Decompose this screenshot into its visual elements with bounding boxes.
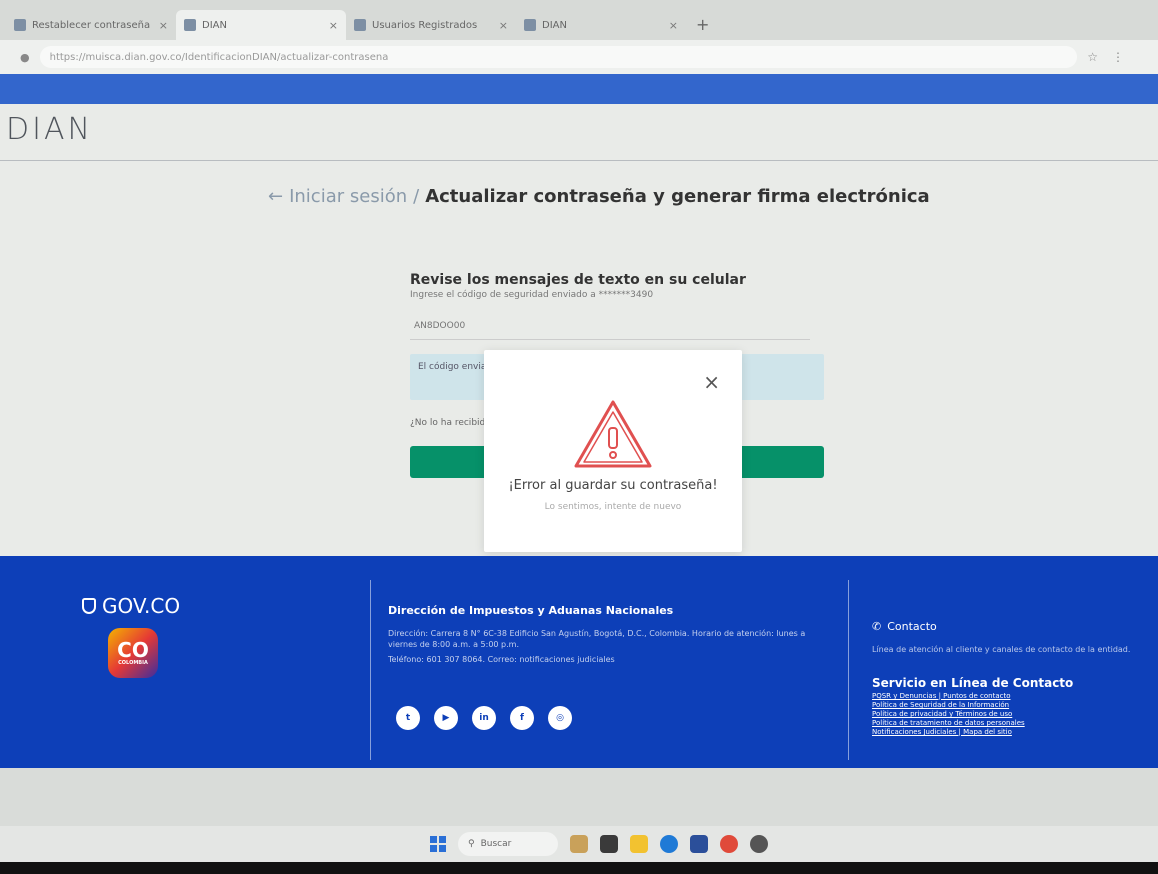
- footer-links: PQSR y Denuncias | Puntos de contacto Po…: [872, 692, 1072, 737]
- form-hint: Ingrese el código de seguridad enviado a…: [410, 290, 654, 300]
- contact-heading: ✆ Contacto: [872, 620, 937, 633]
- footer-entity-title: Dirección de Impuestos y Aduanas Naciona…: [388, 604, 674, 617]
- file-explorer-icon[interactable]: [630, 835, 648, 853]
- footer-entity-text-2: Teléfono: 601 307 8064. Correo: notifica…: [388, 655, 615, 664]
- phone-icon: ✆: [872, 620, 882, 633]
- settings-gear-icon[interactable]: [750, 835, 768, 853]
- linkedin-icon[interactable]: in: [472, 706, 496, 730]
- browser-tools-icon[interactable]: ☆⋮: [1087, 50, 1138, 64]
- secondary-button[interactable]: [410, 446, 490, 478]
- co-badge-subtext: COLOMBIA: [118, 660, 148, 666]
- taskbar-search[interactable]: ⚲ Buscar: [458, 832, 558, 856]
- footer-divider: [370, 580, 371, 760]
- windows-taskbar: ⚲ Buscar: [0, 826, 1158, 862]
- gov-co-text: GOV.CO: [102, 594, 181, 618]
- page-bottom: [0, 768, 1158, 832]
- browser-tab[interactable]: Restablecer contraseña - DIAN ×: [6, 10, 176, 40]
- header-divider: [0, 160, 1158, 161]
- page-title: Actualizar contraseña y generar firma el…: [425, 186, 930, 207]
- footer-link[interactable]: Política de tratamiento de datos persona…: [872, 719, 1072, 728]
- store-icon[interactable]: [690, 835, 708, 853]
- monitor-bezel: [0, 862, 1158, 874]
- tab-favicon-icon: [184, 19, 196, 31]
- gov-shield-icon: [82, 598, 96, 614]
- gov-top-bar: [0, 74, 1158, 104]
- dian-logo[interactable]: DIAN: [6, 112, 93, 147]
- youtube-icon[interactable]: ▶: [434, 706, 458, 730]
- modal-subtitle: Lo sentimos, intente de nuevo: [544, 502, 682, 512]
- footer-entity-text: Dirección: Carrera 8 N° 6C-38 Edificio S…: [388, 629, 806, 649]
- tab-close-icon[interactable]: ×: [669, 19, 678, 32]
- taskbar-search-label: Buscar: [480, 839, 512, 849]
- footer-divider: [848, 580, 849, 760]
- warning-triangle-icon: [574, 400, 652, 468]
- instagram-icon[interactable]: ◎: [548, 706, 572, 730]
- breadcrumb: ← Iniciar sesión / Actualizar contraseña…: [268, 186, 930, 207]
- close-icon[interactable]: ×: [703, 372, 720, 392]
- browser-tab[interactable]: Usuarios Registrados ×: [346, 10, 516, 40]
- tab-favicon-icon: [14, 19, 26, 31]
- tab-close-icon[interactable]: ×: [499, 19, 508, 32]
- tab-title: Restablecer contraseña - DIAN: [32, 19, 153, 31]
- back-link[interactable]: ← Iniciar sesión: [268, 186, 407, 207]
- tab-title: DIAN: [202, 19, 227, 31]
- tab-favicon-icon: [354, 19, 366, 31]
- error-modal: × ¡Error al guardar su contraseña! Lo se…: [484, 350, 742, 552]
- search-icon: ⚲: [468, 839, 475, 849]
- breadcrumb-separator: /: [413, 186, 420, 207]
- arrow-left-icon: ←: [268, 186, 284, 207]
- browser-tab-bar: Restablecer contraseña - DIAN × DIAN × U…: [0, 0, 1158, 40]
- footer-link[interactable]: PQSR y Denuncias | Puntos de contacto: [872, 692, 1072, 701]
- site-footer: GOV.CO CO COLOMBIA Dirección de Impuesto…: [0, 556, 1158, 768]
- browser-tab-active[interactable]: DIAN ×: [176, 10, 346, 40]
- facebook-icon[interactable]: f: [510, 706, 534, 730]
- back-link-label: Iniciar sesión: [289, 186, 408, 207]
- tab-title: DIAN: [542, 19, 567, 31]
- security-code-input[interactable]: [410, 312, 810, 340]
- footer-link[interactable]: Política de privacidad y Términos de uso: [872, 710, 1072, 719]
- footer-link[interactable]: Notificaciones Judiciales | Mapa del sit…: [872, 728, 1072, 737]
- contact-text: Línea de atención al cliente y canales d…: [872, 645, 1131, 654]
- address-bar: ● https://muisca.dian.gov.co/Identificac…: [0, 40, 1158, 74]
- gov-co-logo[interactable]: GOV.CO: [82, 594, 180, 618]
- twitter-icon[interactable]: t: [396, 706, 420, 730]
- social-links: t ▶ in f ◎: [396, 706, 572, 730]
- browser-tab[interactable]: DIAN ×: [516, 10, 686, 40]
- form-title: Revise los mensajes de texto en su celul…: [410, 272, 746, 288]
- tab-favicon-icon: [524, 19, 536, 31]
- taskbar-task-view-icon[interactable]: [600, 835, 618, 853]
- lock-icon: ●: [20, 50, 30, 64]
- colombia-badge: CO COLOMBIA: [108, 628, 158, 678]
- footer-link[interactable]: Política de Seguridad de la Información: [872, 701, 1072, 710]
- tab-title: Usuarios Registrados: [372, 19, 478, 31]
- contact-title: Contacto: [887, 620, 937, 633]
- edge-browser-icon[interactable]: [660, 835, 678, 853]
- tab-close-icon[interactable]: ×: [159, 19, 168, 32]
- url-field[interactable]: https://muisca.dian.gov.co/Identificacio…: [39, 46, 1078, 68]
- tab-close-icon[interactable]: ×: [329, 19, 338, 32]
- service-title: Servicio en Línea de Contacto: [872, 676, 1074, 690]
- taskbar-widget-icon[interactable]: [570, 835, 588, 853]
- co-badge-text: CO: [117, 638, 149, 662]
- windows-start-icon[interactable]: [430, 836, 446, 852]
- modal-title: ¡Error al guardar su contraseña!: [508, 478, 718, 493]
- chrome-browser-icon[interactable]: [720, 835, 738, 853]
- new-tab-icon[interactable]: +: [686, 15, 719, 40]
